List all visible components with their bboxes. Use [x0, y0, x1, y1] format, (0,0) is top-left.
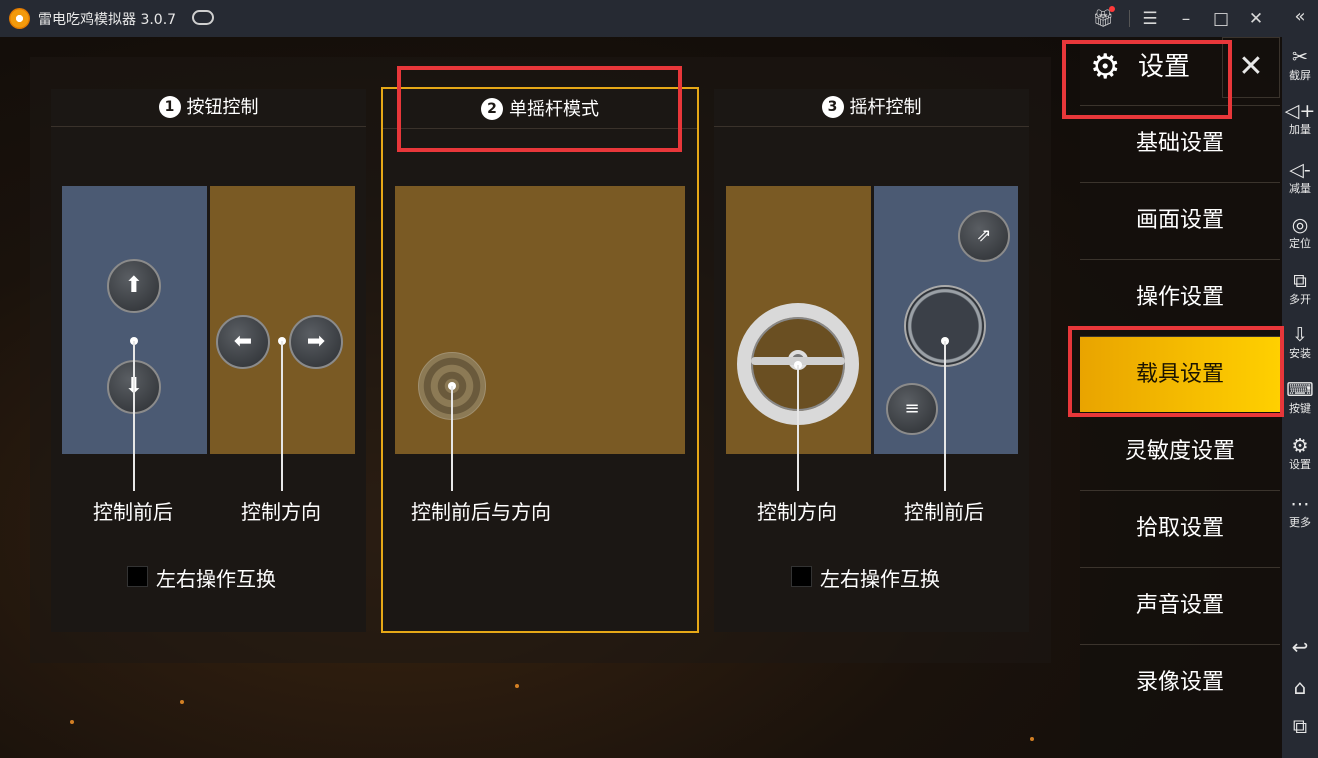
home-icon[interactable]: ⌂	[1282, 675, 1318, 699]
label-forward-backward: 控制前后	[93, 500, 173, 524]
multi-window-icon: ⧉	[1293, 270, 1307, 292]
keyboard-icon: ⌨	[1286, 379, 1314, 401]
settings-title: 设置	[1138, 52, 1191, 82]
menu-item-recording[interactable]: 录像设置	[1080, 644, 1280, 720]
toolbar-label: 按键	[1289, 402, 1311, 415]
menu-item-controls[interactable]: 操作设置	[1080, 259, 1280, 335]
spark-decoration	[180, 700, 184, 704]
pointer-line	[797, 365, 799, 491]
mode-number-badge: 3	[821, 96, 844, 118]
install-apk-button[interactable]: ⇩ 安装	[1282, 323, 1318, 361]
volume-up-button[interactable]: ◁+ 加量	[1282, 99, 1318, 137]
screenshot-button[interactable]: ✂ 截屏	[1282, 45, 1318, 83]
collapse-sidebar-icon[interactable]: «	[1286, 6, 1314, 32]
mode-title-text: 单摇杆模式	[509, 99, 599, 120]
label-direction: 控制方向	[241, 500, 321, 524]
settings-toolbar-button[interactable]: ⚙ 设置	[1282, 434, 1318, 472]
menu-item-sensitivity[interactable]: 灵敏度设置	[1080, 413, 1280, 489]
left-arrow-icon: ⬅	[216, 315, 270, 369]
swap-checkbox[interactable]	[791, 566, 812, 587]
toolbar-label: 加量	[1289, 123, 1311, 136]
location-button[interactable]: ◎ 定位	[1282, 213, 1318, 251]
mode-title: 1 按钮控制	[51, 89, 366, 127]
volume-down-icon: ◁-	[1289, 159, 1311, 181]
mode-title-text: 摇杆控制	[849, 97, 922, 118]
right-arrow-icon: ➡	[289, 315, 343, 369]
forward-arrow-icon: ⬆	[107, 259, 161, 313]
gamepad-icon	[192, 10, 214, 25]
multi-instance-button[interactable]: ⧉ 多开	[1282, 269, 1318, 307]
label-forward-backward: 控制前后	[904, 500, 984, 524]
pointer-line	[451, 386, 453, 491]
close-icon[interactable]: ✕	[1243, 6, 1269, 32]
close-settings-icon[interactable]: ✕	[1222, 37, 1280, 98]
spark-decoration	[515, 684, 519, 688]
spark-decoration	[1030, 737, 1034, 741]
toolbar-label: 减量	[1289, 182, 1311, 195]
emulator-window: 雷电吃鸡模拟器 3.0.7 🎁︎ ☰ – □ ✕ « ✂ 截屏 ◁+ 加量 ◁-…	[0, 0, 1318, 758]
mode-title: 3 摇杆控制	[714, 89, 1029, 127]
brake-pedal-icon: ≡	[886, 383, 938, 435]
mode-title: 2 单摇杆模式	[383, 91, 697, 129]
menu-item-vehicle[interactable]: 载具设置	[1080, 336, 1280, 412]
volume-up-icon: ◁+	[1284, 100, 1316, 122]
mode-number-badge: 1	[158, 96, 181, 118]
scissors-icon: ✂	[1292, 46, 1308, 68]
swap-label: 左右操作互换	[156, 567, 276, 591]
title-bar: 雷电吃鸡模拟器 3.0.7 🎁︎ ☰ – □ ✕ «	[0, 0, 1318, 37]
recent-apps-icon[interactable]: ⧉	[1282, 714, 1318, 738]
menu-item-basic[interactable]: 基础设置	[1080, 105, 1280, 181]
notification-dot	[1109, 6, 1115, 12]
pointer-line	[944, 341, 946, 491]
menu-item-pickup[interactable]: 拾取设置	[1080, 490, 1280, 566]
gear-icon: ⚙	[1090, 47, 1121, 87]
toolbar-label: 安装	[1289, 347, 1311, 360]
settings-header: ⚙ 设置	[1080, 37, 1220, 98]
spark-decoration	[70, 720, 74, 724]
minimize-icon[interactable]: –	[1173, 6, 1199, 32]
handbrake-icon: ⇗	[958, 210, 1010, 262]
toolbar-label: 设置	[1289, 458, 1311, 471]
back-icon[interactable]: ↩	[1282, 635, 1318, 659]
volume-down-button[interactable]: ◁- 减量	[1282, 158, 1318, 196]
label-forward-direction: 控制前后与方向	[411, 500, 551, 524]
toolbar-label: 定位	[1289, 237, 1311, 250]
swap-checkbox[interactable]	[127, 566, 148, 587]
pointer-line	[133, 341, 135, 491]
menu-item-graphics[interactable]: 画面设置	[1080, 182, 1280, 258]
more-button[interactable]: ⋯ 更多	[1282, 492, 1318, 530]
toolbar-label: 多开	[1289, 293, 1311, 306]
keymap-button[interactable]: ⌨ 按键	[1282, 378, 1318, 416]
menu-item-sound[interactable]: 声音设置	[1080, 567, 1280, 643]
label-direction: 控制方向	[757, 500, 837, 524]
mode-number-badge: 2	[481, 98, 503, 120]
titlebar-divider	[1129, 10, 1130, 27]
apk-install-icon: ⇩	[1292, 324, 1308, 346]
more-icon: ⋯	[1290, 493, 1310, 515]
pointer-line	[281, 341, 283, 491]
settings-icon: ⚙	[1291, 435, 1309, 457]
location-icon: ◎	[1291, 214, 1309, 236]
toolbar-label: 更多	[1289, 516, 1311, 529]
mode-title-text: 按钮控制	[186, 97, 259, 118]
maximize-icon[interactable]: □	[1208, 6, 1234, 32]
menu-icon[interactable]: ☰	[1137, 6, 1163, 32]
right-toolbar: ✂ 截屏 ◁+ 加量 ◁- 减量 ◎ 定位 ⧉ 多开 ⇩ 安装 ⌨ 按键 ⚙ 设	[1282, 37, 1318, 758]
app-logo-icon	[9, 8, 30, 29]
swap-label: 左右操作互换	[820, 567, 940, 591]
window-title: 雷电吃鸡模拟器 3.0.7	[38, 12, 177, 28]
toolbar-label: 截屏	[1289, 69, 1311, 82]
